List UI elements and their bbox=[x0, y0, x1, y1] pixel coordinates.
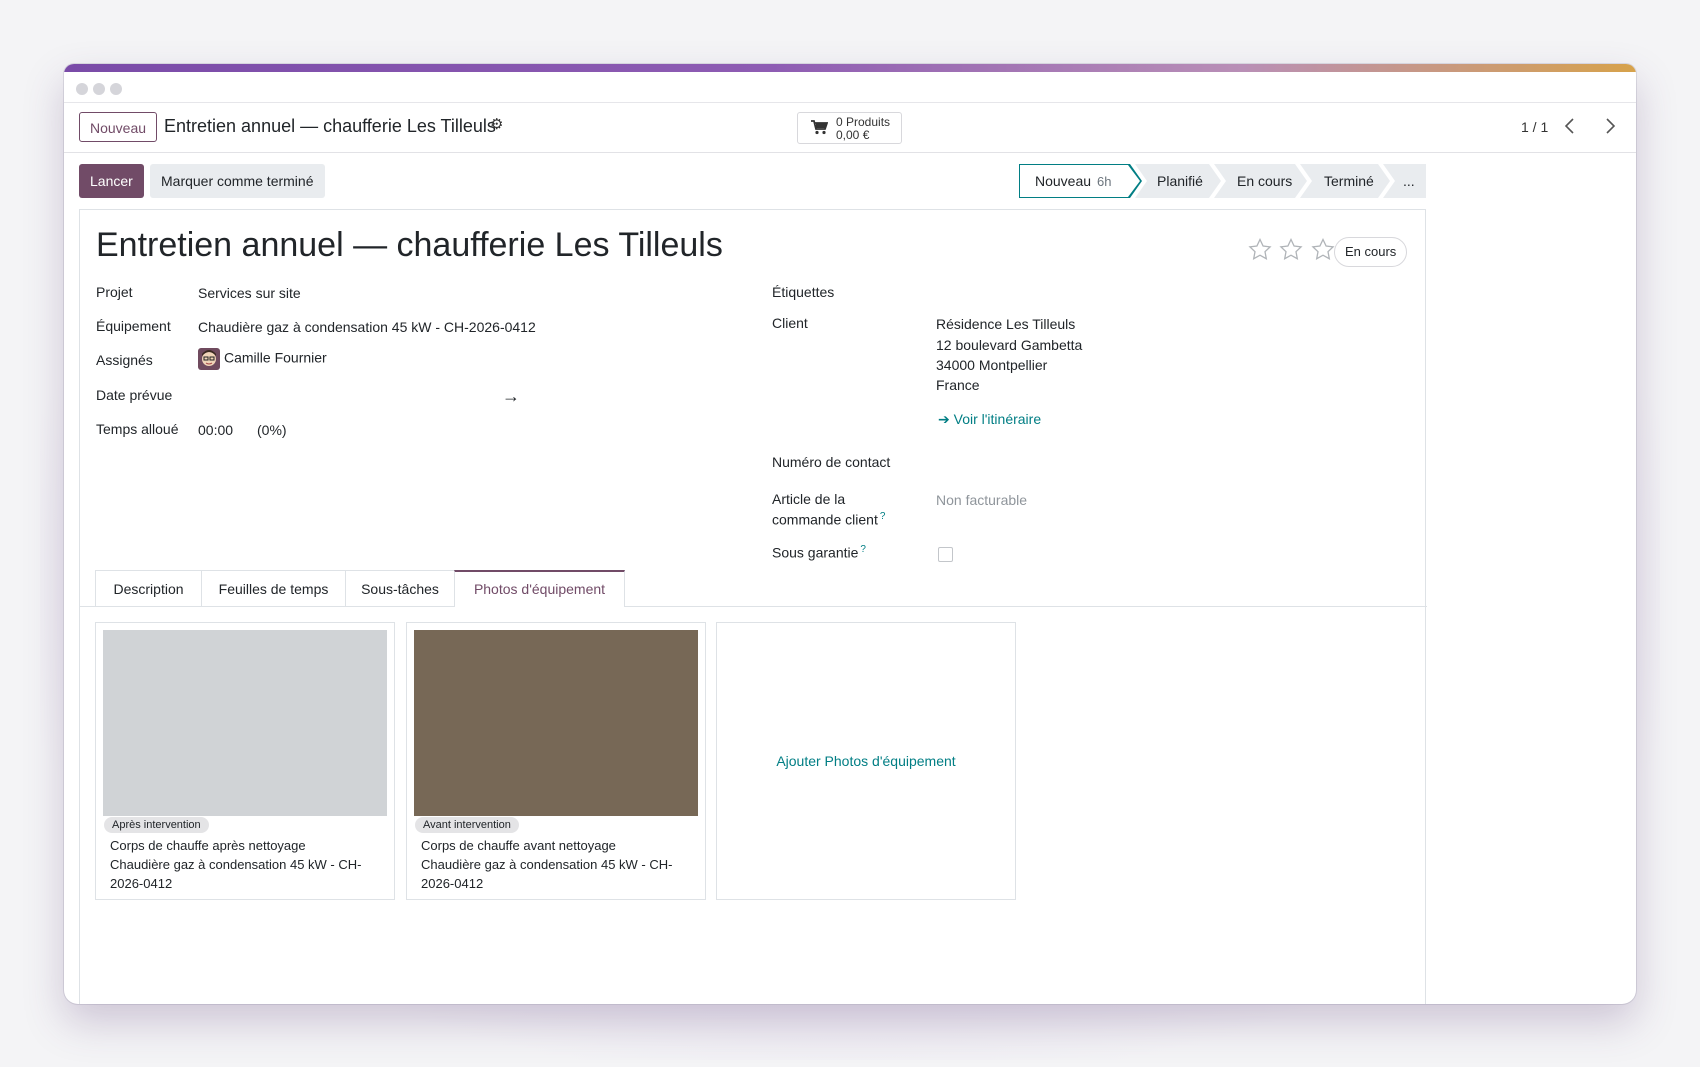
new-record-button[interactable]: Nouveau bbox=[79, 112, 158, 142]
warranty-checkbox[interactable] bbox=[938, 547, 953, 562]
photo-badge: Avant intervention bbox=[415, 817, 519, 833]
form-sheet: Entretien annuel — chaufferie Les Tilleu… bbox=[79, 209, 1427, 1004]
gear-icon[interactable]: ⚙ bbox=[490, 115, 503, 133]
assignees-field[interactable]: Camille Fournier bbox=[198, 348, 327, 370]
photo-equipment-cont: 2026-0412 bbox=[421, 876, 484, 891]
route-link-label: Voir l'itinéraire bbox=[953, 411, 1042, 427]
allocated-time-field[interactable]: 00:00 bbox=[198, 422, 233, 438]
route-link[interactable]: ➔ Voir l'itinéraire bbox=[938, 411, 1041, 428]
products-amount: 0,00 € bbox=[836, 128, 870, 142]
stage-label: Nouveau bbox=[1035, 173, 1092, 189]
customer-street: 12 boulevard Gambetta bbox=[936, 337, 1083, 353]
customer-country: France bbox=[936, 377, 980, 393]
arrow-right-icon: ➔ bbox=[938, 411, 950, 427]
equipment-field[interactable]: Chaudière gaz à condensation 45 kW - CH-… bbox=[198, 319, 536, 335]
avatar bbox=[198, 348, 220, 370]
project-field[interactable]: Services sur site bbox=[198, 285, 301, 301]
photo-badge: Après intervention bbox=[104, 817, 209, 833]
help-icon[interactable]: ? bbox=[860, 544, 866, 555]
equipment-label: Équipement bbox=[96, 318, 171, 334]
tab-description[interactable]: Description bbox=[95, 570, 202, 606]
add-photo-card[interactable]: Ajouter Photos d'équipement bbox=[716, 622, 1016, 900]
photo-equipment: Chaudière gaz à condensation 45 kW - CH- bbox=[421, 857, 673, 872]
window-dot-close[interactable] bbox=[76, 83, 88, 95]
assignees-label: Assignés bbox=[96, 352, 153, 368]
stage-count: 6h bbox=[1097, 174, 1112, 189]
tab-equipment-photos[interactable]: Photos d'équipement bbox=[454, 570, 625, 607]
tab-subtasks[interactable]: Sous-tâches bbox=[345, 570, 455, 606]
star-icon[interactable] bbox=[1279, 238, 1304, 260]
state-selector[interactable]: En cours bbox=[1334, 237, 1408, 267]
assignee-name: Camille Fournier bbox=[224, 349, 327, 366]
allocated-time-percent: (0%) bbox=[257, 422, 287, 438]
add-photo-link[interactable]: Ajouter Photos d'équipement bbox=[776, 753, 955, 769]
window-accent-bar bbox=[64, 64, 1636, 72]
customer-city: 34000 Montpellier bbox=[936, 357, 1048, 373]
photo-caption: Corps de chauffe avant nettoyage bbox=[421, 838, 616, 853]
customer-name[interactable]: Résidence Les Tilleuls bbox=[936, 316, 1075, 332]
allocated-time-label: Temps alloué bbox=[96, 421, 179, 437]
products-button[interactable]: 0 Produits 0,00 € bbox=[797, 112, 902, 144]
window-dot-maximize[interactable] bbox=[110, 83, 122, 95]
warranty-label: Sous garantie? bbox=[772, 544, 866, 561]
start-button[interactable]: Lancer bbox=[79, 164, 144, 198]
star-icon[interactable] bbox=[1311, 238, 1335, 260]
window-dot-minimize[interactable] bbox=[93, 83, 105, 95]
tab-timesheets[interactable]: Feuilles de temps bbox=[201, 570, 346, 606]
browser-window: Nouveau Entretien annuel — chaufferie Le… bbox=[64, 64, 1636, 1004]
tags-label: Étiquettes bbox=[772, 284, 835, 300]
star-icon[interactable] bbox=[1248, 238, 1272, 260]
customer-label: Client bbox=[772, 315, 808, 331]
photo-thumbnail[interactable] bbox=[414, 630, 698, 816]
mark-done-button[interactable]: Marquer comme terminé bbox=[150, 164, 325, 198]
control-panel: Nouveau Entretien annuel — chaufferie Le… bbox=[64, 104, 1636, 153]
help-icon[interactable]: ? bbox=[880, 511, 886, 522]
pager-value[interactable]: 1 / 1 bbox=[1521, 119, 1548, 135]
record-title[interactable]: Entretien annuel — chaufferie Les Tilleu… bbox=[96, 226, 723, 265]
photo-card[interactable]: Avant intervention Corps de chauffe avan… bbox=[406, 622, 706, 900]
contact-number-label: Numéro de contact bbox=[772, 454, 891, 470]
priority-stars bbox=[1248, 238, 1338, 265]
stage-new[interactable]: Nouveau 6h bbox=[1019, 164, 1142, 198]
planned-date-label: Date prévue bbox=[96, 387, 173, 403]
sale-line-field[interactable]: Non facturable bbox=[936, 492, 1027, 508]
window-titlebar bbox=[64, 72, 1636, 103]
project-label: Projet bbox=[96, 284, 133, 300]
cart-icon bbox=[811, 120, 828, 135]
stage-done[interactable]: Terminé bbox=[1300, 164, 1390, 198]
photo-equipment-cont: 2026-0412 bbox=[110, 876, 173, 891]
sale-line-label-1: Article de la bbox=[772, 491, 846, 507]
photo-equipment: Chaudière gaz à condensation 45 kW - CH- bbox=[110, 857, 362, 872]
stage-in-progress[interactable]: En cours bbox=[1214, 164, 1307, 198]
arrow-right-icon: → bbox=[502, 386, 520, 406]
photo-thumbnail[interactable] bbox=[103, 630, 387, 816]
photo-caption: Corps de chauffe après nettoyage bbox=[110, 838, 306, 853]
sale-line-label-2: commande client? bbox=[772, 511, 886, 528]
stage-planned[interactable]: Planifié bbox=[1135, 164, 1221, 198]
photo-card[interactable]: Après intervention Corps de chauffe aprè… bbox=[95, 622, 395, 900]
chevron-right-icon[interactable] bbox=[1599, 114, 1621, 138]
chevron-left-icon[interactable] bbox=[1559, 114, 1581, 138]
breadcrumb-title: Entretien annuel — chaufferie Les Tilleu… bbox=[164, 116, 496, 136]
